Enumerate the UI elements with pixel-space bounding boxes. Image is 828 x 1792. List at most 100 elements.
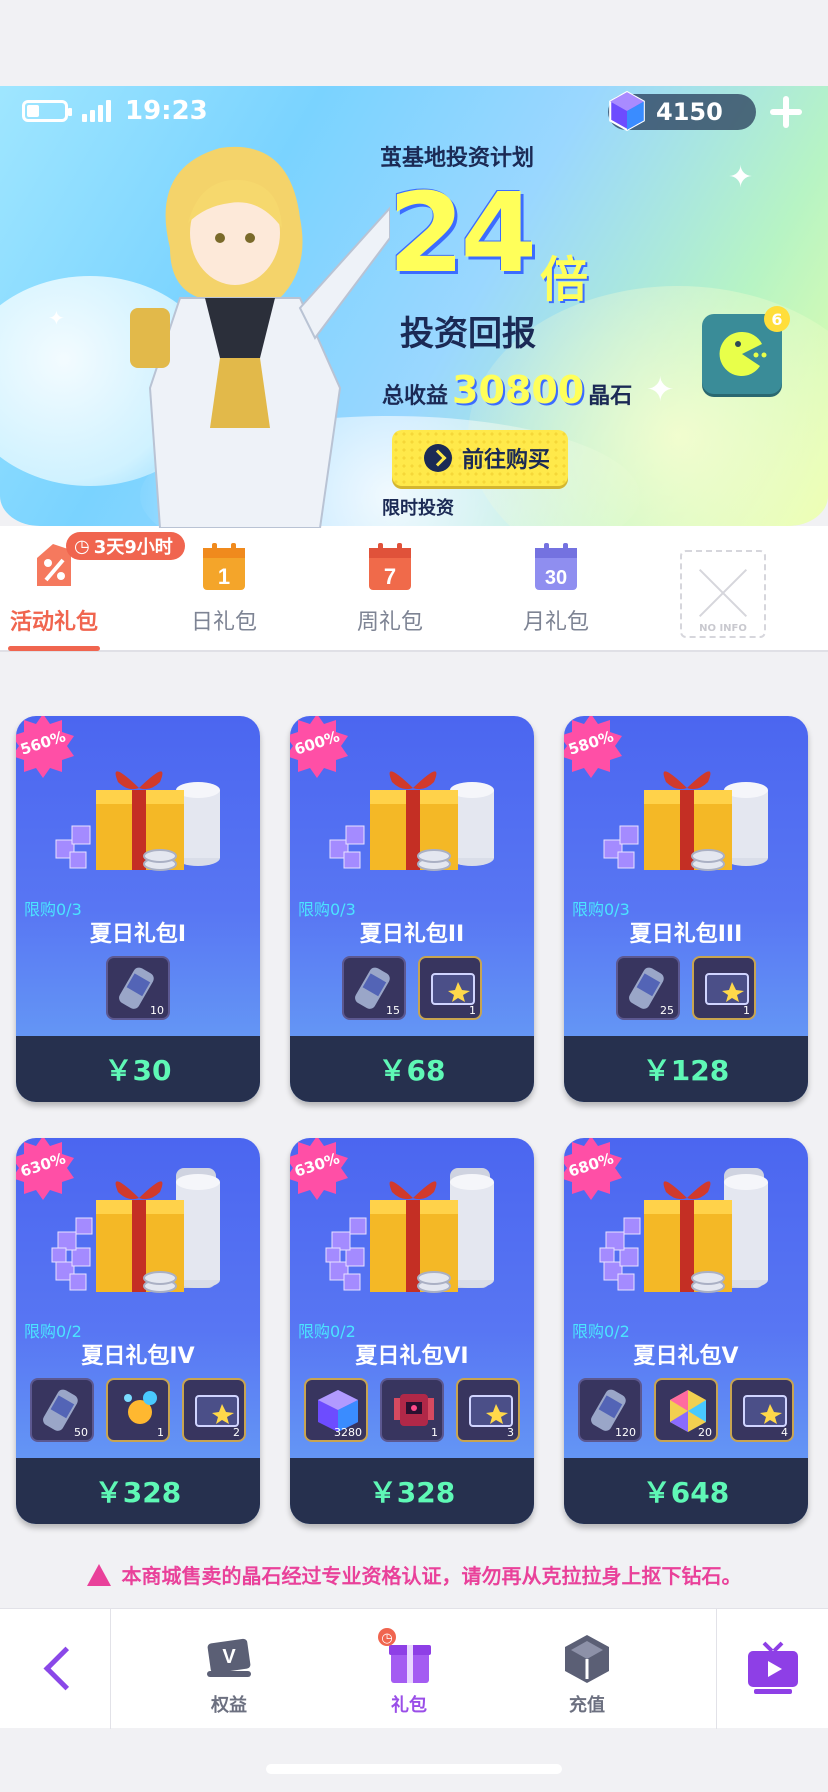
nav-label: 权益: [211, 1695, 247, 1716]
svg-text:1: 1: [218, 564, 230, 589]
calendar-7-icon: 7: [369, 543, 411, 590]
add-gems-button[interactable]: [766, 92, 806, 132]
svg-text:30: 30: [545, 567, 567, 589]
pack-item[interactable]: 3: [456, 1378, 520, 1442]
pack-items: 15 1: [290, 956, 534, 1020]
price-button[interactable]: ￥128: [564, 1036, 808, 1102]
pack-card[interactable]: 630% 限购0/2 夏日礼包VI 3280 1 3 ￥328: [290, 1138, 534, 1524]
tab-monthly-packs[interactable]: 30 月礼包: [496, 540, 616, 636]
nav-item-recharge[interactable]: 充值: [542, 1633, 632, 1717]
tab-label: 日礼包: [190, 610, 257, 635]
discount-badge-label-wrap: 680%: [564, 1138, 624, 1200]
item-count: 3280: [334, 1426, 362, 1439]
go-buy-label: 前往购买: [462, 448, 551, 473]
item-count: 4: [781, 1426, 788, 1439]
item-count: 20: [698, 1426, 712, 1439]
calendar-30-icon: 30: [535, 543, 577, 590]
pack-item[interactable]: 1: [106, 1378, 170, 1442]
price-label: ￥68: [378, 1054, 446, 1087]
sparkle-icon: ✦: [646, 370, 675, 410]
go-buy-button[interactable]: 前往购买: [392, 430, 568, 486]
pack-item[interactable]: 1: [418, 956, 482, 1020]
item-count: 25: [660, 1004, 674, 1017]
tab-label: 月礼包: [522, 610, 589, 635]
item-count: 2: [233, 1426, 240, 1439]
app-root: 19:23 4150 茧基地投资计划 24 倍 投资回报 总收益 30800 晶…: [0, 0, 828, 1792]
price-label: ￥648: [642, 1476, 730, 1509]
svg-text:V: V: [222, 1646, 236, 1668]
pack-item[interactable]: 50: [30, 1378, 94, 1442]
tab-weekly-packs[interactable]: 7 周礼包: [330, 540, 450, 636]
gift-icon: ◷: [378, 1628, 431, 1683]
item-count: 1: [469, 1004, 476, 1017]
pack-item[interactable]: 2: [182, 1378, 246, 1442]
pack-items: 50 1 2: [16, 1378, 260, 1442]
pack-item[interactable]: 4: [730, 1378, 794, 1442]
banner-total-value: 30800: [452, 368, 585, 412]
nav-label: 礼包: [391, 1695, 427, 1716]
pack-item[interactable]: 15: [342, 956, 406, 1020]
banner-multiplier-unit: 倍: [540, 252, 589, 308]
discount-badge-label-wrap: 600%: [290, 716, 350, 778]
item-count: 10: [150, 1004, 164, 1017]
item-count: 1: [157, 1426, 164, 1439]
banner-headline: 投资回报: [400, 314, 536, 354]
item-count: 50: [74, 1426, 88, 1439]
price-label: ￥30: [104, 1054, 172, 1087]
banner-multiplier: 24: [388, 169, 537, 297]
pack-item[interactable]: 120: [578, 1378, 642, 1442]
notice-message: 本商城售卖的晶石经过专业资格认证，请勿再从克拉拉身上抠下钻石。: [121, 1564, 742, 1588]
pack-item[interactable]: 3280: [304, 1378, 368, 1442]
price-label: ￥328: [94, 1476, 182, 1509]
pack-name: 夏日礼包I: [89, 922, 187, 947]
discount-badge-text: 680%: [566, 1149, 616, 1181]
tab-label: 活动礼包: [9, 610, 98, 635]
pack-item[interactable]: 1: [692, 956, 756, 1020]
item-count: 15: [386, 1004, 400, 1017]
back-button[interactable]: [36, 1641, 76, 1697]
sparkle-icon: ✦: [728, 160, 754, 195]
signal-icon: [82, 100, 111, 122]
gem-balance[interactable]: 4150: [608, 90, 756, 132]
item-count: 120: [615, 1426, 636, 1439]
nav-item-gifts[interactable]: ◷ 礼包: [364, 1628, 454, 1717]
pack-items: 25 1: [564, 956, 808, 1020]
gem-icon: [609, 90, 645, 132]
pack-card[interactable]: 600% 限购0/3 夏日礼包II 15 1 ￥68: [290, 716, 534, 1102]
event-timer-text: 3天9小时: [93, 537, 173, 558]
pack-item[interactable]: 10: [106, 956, 170, 1020]
discount-badge-text: 560%: [18, 727, 68, 759]
banner-total: 总收益 30800 晶石: [382, 368, 632, 412]
price-button[interactable]: ￥328: [16, 1458, 260, 1524]
pack-card[interactable]: 580% 限购0/3 夏日礼包III 25 1 ￥128: [564, 716, 808, 1102]
nav-label: 充值: [569, 1695, 605, 1716]
pack-name: 夏日礼包IV: [81, 1344, 195, 1369]
pack-card[interactable]: 630% 限购0/2 夏日礼包IV 50 1 2 ￥328: [16, 1138, 260, 1524]
pack-item[interactable]: 1: [380, 1378, 444, 1442]
svg-text:7: 7: [384, 564, 396, 589]
pack-card[interactable]: 560% 限购0/3 夏日礼包I 10 ￥30: [16, 716, 260, 1102]
pack-item[interactable]: 25: [616, 956, 680, 1020]
nav-divider: [110, 1609, 111, 1729]
heroine-illustration: [130, 146, 390, 528]
notice-text: 本商城售卖的晶石经过专业资格认证，请勿再从克拉拉身上抠下钻石。: [0, 1560, 828, 1589]
nav-item-benefits[interactable]: V 权益: [184, 1633, 274, 1717]
price-button[interactable]: ￥328: [290, 1458, 534, 1524]
price-button[interactable]: ￥68: [290, 1036, 534, 1102]
pack-item[interactable]: 20: [654, 1378, 718, 1442]
price-label: ￥128: [642, 1054, 730, 1087]
cube-icon: [565, 1635, 609, 1683]
discount-badge-label-wrap: 560%: [16, 716, 76, 778]
item-count: 3: [507, 1426, 514, 1439]
pack-name: 夏日礼包VI: [355, 1344, 469, 1369]
item-count: 1: [743, 1004, 750, 1017]
price-button[interactable]: ￥30: [16, 1036, 260, 1102]
pack-name: 夏日礼包V: [633, 1344, 739, 1369]
price-button[interactable]: ￥648: [564, 1458, 808, 1524]
tv-icon[interactable]: [744, 1639, 802, 1695]
vip-card-icon: V: [207, 1638, 251, 1677]
pack-card[interactable]: 680% 限购0/2 夏日礼包V 120 20 4 ￥648: [564, 1138, 808, 1524]
svg-text:◷: ◷: [381, 1631, 392, 1646]
pack-name: 夏日礼包III: [629, 922, 743, 947]
price-label: ￥328: [368, 1476, 456, 1509]
